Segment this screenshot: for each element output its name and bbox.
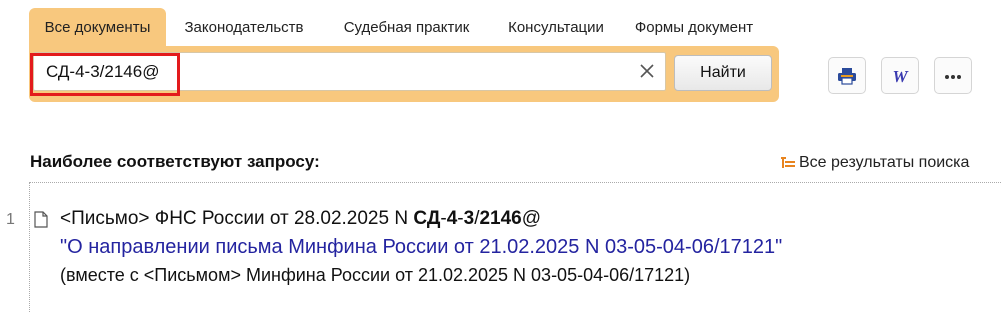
- all-results-label[interactable]: Все результаты поиска: [799, 154, 969, 172]
- result-source: <Письмо> ФНС России от 28.02.2025 N СД-4…: [60, 208, 541, 230]
- tab-court-practice[interactable]: Судебная практик: [329, 8, 484, 48]
- export-word-button[interactable]: W: [881, 57, 919, 94]
- svg-text:W: W: [892, 67, 909, 86]
- results-heading: Наиболее соответствуют запросу:: [30, 152, 320, 171]
- result-number: 1: [6, 211, 15, 228]
- search-input[interactable]: СД-4-3/2146@: [33, 52, 666, 91]
- search-panel: СД-4-3/2146@ Найти: [29, 46, 779, 102]
- word-export-icon: W: [892, 67, 909, 86]
- all-results-link[interactable]: Все результаты поиска: [781, 153, 969, 173]
- tab-legislation[interactable]: Законодательств: [169, 8, 319, 48]
- print-button[interactable]: [828, 57, 866, 94]
- list-icon: [781, 157, 795, 168]
- tab-consultations[interactable]: Консультации: [495, 8, 617, 48]
- result-source-prefix: <Письмо> ФНС России от 28.02.2025 N: [60, 208, 414, 229]
- tab-document-forms[interactable]: Формы документ: [626, 8, 762, 48]
- result-note: (вместе с <Письмом> Минфина России от 21…: [60, 265, 691, 285]
- document-icon: [34, 211, 48, 228]
- more-dots-icon: [945, 75, 961, 79]
- find-button[interactable]: Найти: [674, 55, 772, 91]
- tab-all-documents[interactable]: Все документы: [29, 8, 166, 48]
- close-icon: [640, 64, 654, 78]
- printer-icon: [838, 68, 856, 85]
- tab-bar: Все документы Законодательств Судебная п…: [29, 8, 769, 48]
- more-options-button[interactable]: [934, 57, 972, 94]
- result-source-suffix: @: [521, 208, 542, 229]
- search-input-value[interactable]: СД-4-3/2146@: [46, 53, 159, 90]
- result-title-link[interactable]: "О направлении письма Минфина России от …: [60, 236, 782, 259]
- result-match-term: СД-4-3/2146: [413, 208, 522, 229]
- clear-search-button[interactable]: [637, 61, 657, 81]
